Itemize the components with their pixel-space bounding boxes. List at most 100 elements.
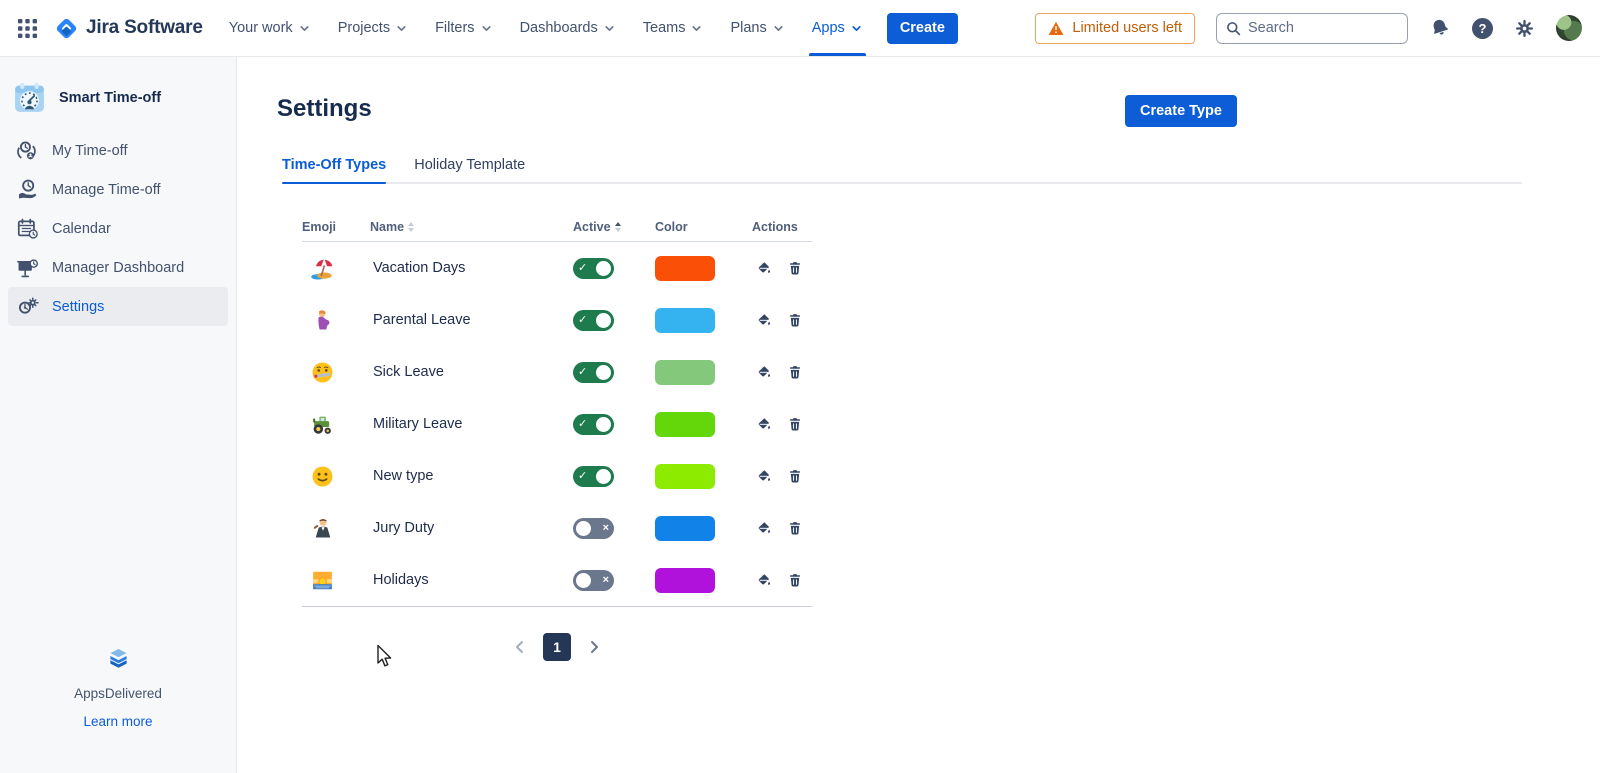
- search-input[interactable]: [1248, 20, 1388, 36]
- emoji-face-with-thermometer: [302, 360, 370, 385]
- appsdelivered-brand: AppsDelivered: [0, 686, 236, 701]
- jira-logo[interactable]: Jira Software: [54, 16, 203, 41]
- fill-color-icon[interactable]: [756, 312, 772, 328]
- color-swatch: [655, 464, 715, 489]
- gear-icon[interactable]: [1514, 18, 1535, 39]
- sidebar-item-label: Settings: [52, 299, 104, 315]
- trash-icon[interactable]: [787, 416, 803, 432]
- main-content: Settings Create Type Time-Off Types Holid…: [237, 57, 1600, 773]
- table-row: Jury Duty×: [302, 502, 812, 554]
- chevron-down-icon: [690, 22, 703, 35]
- active-toggle[interactable]: ✓: [573, 466, 614, 487]
- active-toggle[interactable]: ✓: [573, 414, 614, 435]
- avatar[interactable]: [1556, 15, 1582, 41]
- active-toggle[interactable]: ✓: [573, 310, 614, 331]
- table-row: Vacation Days ✓: [302, 242, 812, 294]
- fill-color-icon[interactable]: [756, 364, 772, 380]
- bell-icon[interactable]: [1429, 17, 1451, 39]
- column-header-label: Actions: [752, 220, 798, 234]
- page-title: Settings: [277, 95, 372, 123]
- settings-clock-icon: [15, 295, 39, 318]
- chevron-down-icon: [395, 22, 408, 35]
- learn-more-link[interactable]: Learn more: [83, 714, 152, 729]
- table-row: Parental Leave✓: [302, 294, 812, 346]
- tab-bar: Time-Off Types Holiday Template: [282, 157, 1522, 184]
- fill-color-icon[interactable]: [756, 572, 772, 588]
- nav-item-teams[interactable]: Teams: [643, 0, 704, 56]
- warning-icon: [1048, 21, 1064, 36]
- active-toggle[interactable]: ✓: [573, 258, 614, 279]
- table-header-row: EmojiNameActiveColorActions: [302, 220, 812, 242]
- dashboard-icon: [15, 256, 39, 279]
- check-icon: ✓: [576, 367, 589, 378]
- nav-item-label: Apps: [812, 20, 845, 36]
- trash-icon[interactable]: [787, 520, 803, 536]
- fill-color-icon[interactable]: [756, 468, 772, 484]
- emoji-tractor: [302, 412, 370, 437]
- type-name: New type: [373, 468, 433, 484]
- topbar: Jira Software Your work Projects Filters Da…: [0, 0, 1600, 57]
- nav-item-your-work[interactable]: Your work: [229, 0, 311, 56]
- create-type-button[interactable]: Create Type: [1125, 95, 1237, 127]
- sidebar-app-title: Smart Time-off: [59, 90, 161, 106]
- fill-color-icon[interactable]: [756, 520, 772, 536]
- sidebar-item-my-time-off[interactable]: My Time-off: [8, 131, 228, 170]
- chevron-down-icon: [850, 22, 863, 35]
- fill-color-icon[interactable]: [756, 416, 772, 432]
- table-body: Vacation Days✓Parental Leave✓Sick Leave✓…: [302, 242, 812, 607]
- pagination-next-button[interactable]: [586, 639, 602, 655]
- tab-holiday-template[interactable]: Holiday Template: [414, 157, 525, 182]
- nav-item-plans[interactable]: Plans: [730, 0, 784, 56]
- nav-item-apps[interactable]: Apps: [812, 0, 863, 56]
- active-toggle[interactable]: ×: [573, 518, 614, 539]
- pagination-current-page[interactable]: 1: [543, 633, 571, 661]
- limited-users-button[interactable]: Limited users left: [1035, 13, 1195, 44]
- chevron-down-icon: [772, 22, 785, 35]
- sidebar-item-manager-dashboard[interactable]: Manager Dashboard: [8, 248, 228, 287]
- type-name: Vacation Days: [373, 260, 465, 276]
- sidebar-navigation: My Time-off Manage Time-offCalendarManage…: [8, 131, 228, 326]
- toggle-knob: [596, 417, 611, 432]
- trash-icon[interactable]: [787, 572, 803, 588]
- trash-icon[interactable]: [787, 312, 803, 328]
- time-sync-icon: [15, 139, 39, 162]
- hand-clock-icon: [15, 178, 39, 201]
- help-icon[interactable]: ?: [1472, 18, 1493, 39]
- trash-icon[interactable]: [787, 468, 803, 484]
- sidebar-item-calendar[interactable]: Calendar: [8, 209, 228, 248]
- toggle-knob: [596, 365, 611, 380]
- x-icon: ×: [601, 575, 611, 586]
- nav-item-dashboards[interactable]: Dashboards: [520, 0, 616, 56]
- fill-color-icon[interactable]: [756, 260, 772, 276]
- sidebar-item-label: My Time-off: [52, 143, 127, 159]
- active-toggle[interactable]: ✓: [573, 362, 614, 383]
- create-button[interactable]: Create: [887, 13, 958, 44]
- active-toggle[interactable]: ×: [573, 570, 614, 591]
- tab-time-off-types[interactable]: Time-Off Types: [282, 157, 386, 182]
- nav-item-projects[interactable]: Projects: [338, 0, 408, 56]
- color-swatch: [655, 568, 715, 593]
- emoji-slightly-smiling-face: [302, 464, 370, 489]
- trash-icon[interactable]: [787, 260, 803, 276]
- nav-item-label: Projects: [338, 20, 390, 36]
- toggle-knob: [596, 261, 611, 276]
- column-header-active[interactable]: Active: [573, 220, 655, 234]
- sidebar-item-manage-time-off[interactable]: Manage Time-off: [8, 170, 228, 209]
- smart-timeoff-logo-icon: [12, 80, 47, 115]
- trash-icon[interactable]: [787, 364, 803, 380]
- type-name: Military Leave: [373, 416, 462, 432]
- app-switcher-icon[interactable]: [14, 15, 40, 41]
- jira-diamond-icon: [54, 16, 79, 41]
- column-header-label: Name: [370, 220, 404, 234]
- nav-item-filters[interactable]: Filters: [435, 0, 492, 56]
- limited-users-label: Limited users left: [1072, 20, 1182, 36]
- column-header-label: Emoji: [302, 220, 336, 234]
- emoji-sunrise: [302, 568, 370, 593]
- chevron-down-icon: [603, 22, 616, 35]
- sidebar-item-settings[interactable]: Settings: [8, 287, 228, 326]
- column-header-name[interactable]: Name: [370, 220, 573, 234]
- layers-icon: [105, 645, 132, 672]
- nav-item-label: Plans: [730, 20, 766, 36]
- pagination-prev-button[interactable]: [512, 639, 528, 655]
- toggle-knob: [596, 313, 611, 328]
